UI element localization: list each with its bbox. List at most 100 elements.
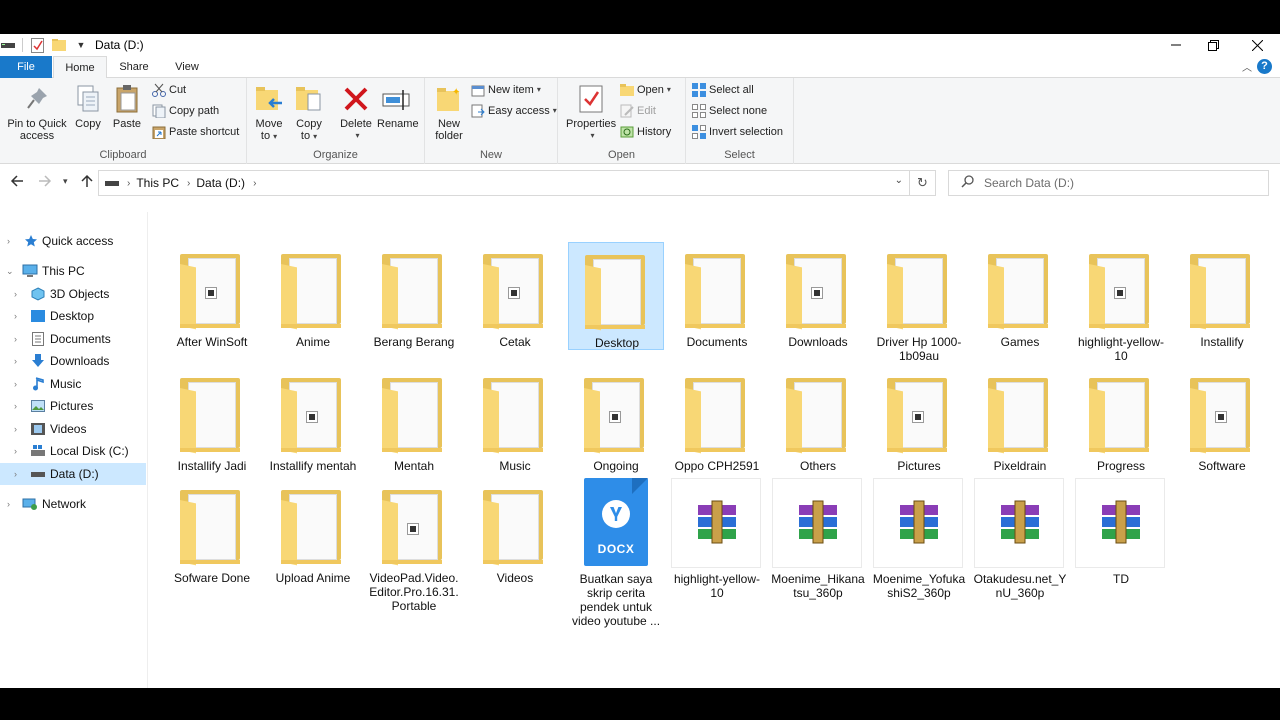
rar-archive-item[interactable]: highlight-yellow-10	[669, 478, 765, 600]
folder-item[interactable]: Ongoing	[568, 366, 664, 474]
folder-item[interactable]: Documents	[669, 242, 765, 350]
forward-button[interactable]	[38, 174, 52, 191]
invert-selection-button[interactable]: Invert selection	[692, 123, 783, 141]
nav-desktop[interactable]: › Desktop	[0, 305, 146, 327]
rar-archive-item[interactable]: Moenime_Hikanatsu_360p	[770, 478, 866, 600]
open-button[interactable]: Open ▾	[620, 81, 671, 99]
folder-item[interactable]: Oppo CPH2591	[669, 366, 765, 474]
chevron-right-icon[interactable]: ›	[7, 236, 10, 246]
properties-button[interactable]: Properties ▾	[566, 82, 616, 142]
chevron-right-icon[interactable]: ›	[14, 311, 17, 321]
copy-button[interactable]: Copy	[72, 82, 104, 130]
back-button[interactable]	[10, 174, 24, 191]
refresh-icon[interactable]: ↻	[909, 171, 935, 195]
breadcrumb-separator-icon[interactable]: ›	[187, 178, 190, 189]
delete-button[interactable]: Delete ▾	[339, 82, 373, 142]
rename-button[interactable]: Rename	[377, 82, 419, 130]
history-button[interactable]: History	[620, 123, 671, 141]
folder-item[interactable]: Berang Berang	[366, 242, 462, 350]
folder-item[interactable]: Upload Anime	[265, 478, 361, 586]
up-button[interactable]	[80, 174, 94, 191]
breadcrumb-this-pc[interactable]: This PC	[136, 176, 179, 190]
folder-item[interactable]: Driver Hp 1000-1b09au	[871, 242, 967, 363]
drive-icon[interactable]	[0, 37, 16, 53]
nav-music[interactable]: › Music	[0, 373, 146, 395]
copy-to-button[interactable]: Copy to ▾	[293, 82, 325, 143]
folder-item[interactable]: Installify	[1174, 242, 1270, 350]
collapse-ribbon-icon[interactable]: ︿	[1242, 59, 1252, 74]
tab-share[interactable]: Share	[112, 56, 156, 78]
new-folder-icon[interactable]	[51, 37, 67, 53]
nav-pictures[interactable]: › Pictures	[0, 395, 146, 417]
paste-button[interactable]: Paste	[110, 82, 144, 130]
select-none-button[interactable]: Select none	[692, 102, 767, 120]
folder-item[interactable]: Pictures	[871, 366, 967, 474]
rar-archive-item[interactable]: TD	[1073, 478, 1169, 586]
breadcrumb-separator-icon[interactable]: ›	[127, 178, 130, 189]
delete-dropdown-icon[interactable]: ▾	[342, 130, 373, 142]
folder-item[interactable]: Videos	[467, 478, 563, 586]
close-button[interactable]	[1234, 34, 1280, 56]
docx-file-item[interactable]: DOCX Buatkan saya skrip cerita pendek unt…	[568, 478, 664, 628]
move-to-button[interactable]: Move to ▾	[253, 82, 285, 143]
properties-icon[interactable]	[29, 37, 45, 53]
address-bar[interactable]: › This PC › Data (D:) › ⌄ ↻	[98, 170, 936, 196]
chevron-right-icon[interactable]: ›	[7, 499, 10, 509]
chevron-right-icon[interactable]: ›	[14, 334, 17, 344]
paste-shortcut-button[interactable]: Paste shortcut	[152, 123, 239, 141]
nav-network[interactable]: › Network	[0, 493, 146, 515]
nav-videos[interactable]: › Videos	[0, 418, 146, 440]
folder-item[interactable]: Desktop	[568, 242, 664, 350]
nav-data-d[interactable]: › Data (D:)	[0, 463, 146, 485]
folder-item[interactable]: Installify Jadi	[164, 366, 260, 474]
nav-this-pc[interactable]: ⌄ This PC	[0, 260, 146, 282]
chevron-right-icon[interactable]: ›	[14, 289, 17, 299]
chevron-right-icon[interactable]: ›	[14, 424, 17, 434]
folder-item[interactable]: Sofware Done	[164, 478, 260, 586]
chevron-right-icon[interactable]: ›	[14, 356, 17, 366]
new-folder-button[interactable]: ✦ New folder	[431, 82, 467, 142]
folder-item[interactable]: Pixeldrain	[972, 366, 1068, 474]
nav-local-disk-c[interactable]: › Local Disk (C:)	[0, 440, 146, 462]
nav-3d-objects[interactable]: › 3D Objects	[0, 283, 146, 305]
copy-path-button[interactable]: Copy path	[152, 102, 219, 120]
folder-item[interactable]: Progress	[1073, 366, 1169, 474]
folder-item[interactable]: After WinSoft	[164, 242, 260, 350]
select-all-button[interactable]: Select all	[692, 81, 754, 99]
tab-file[interactable]: File	[0, 56, 52, 78]
folder-item[interactable]: VideoPad.Video.Editor.Pro.16.31.Portable	[366, 478, 462, 613]
folder-item[interactable]: Games	[972, 242, 1068, 350]
new-item-button[interactable]: New item ▾	[471, 81, 541, 99]
nav-quick-access[interactable]: › Quick access	[0, 230, 146, 252]
chevron-right-icon[interactable]: ›	[14, 401, 17, 411]
rar-archive-item[interactable]: Otakudesu.net_YnU_360p	[972, 478, 1068, 600]
properties-dropdown-icon[interactable]: ▾	[569, 130, 616, 142]
chevron-right-icon[interactable]: ›	[14, 379, 17, 389]
tab-view[interactable]: View	[170, 56, 204, 78]
pin-to-quick-access-button[interactable]: Pin to Quick access	[4, 82, 70, 142]
folder-item[interactable]: highlight-yellow-10	[1073, 242, 1169, 363]
easy-access-button[interactable]: Easy access ▾	[471, 102, 557, 120]
edit-button[interactable]: Edit	[620, 102, 656, 120]
folder-item[interactable]: Downloads	[770, 242, 866, 350]
rar-archive-item[interactable]: Moenime_YofukashiS2_360p	[871, 478, 967, 600]
folder-item[interactable]: Cetak	[467, 242, 563, 350]
chevron-right-icon[interactable]: ›	[14, 469, 17, 479]
chevron-right-icon[interactable]: ›	[14, 446, 17, 456]
breadcrumb-data-d[interactable]: Data (D:)	[196, 176, 245, 190]
folder-item[interactable]: Installify mentah	[265, 366, 361, 474]
address-dropdown-icon[interactable]: ⌄	[895, 175, 903, 186]
folder-item[interactable]: Music	[467, 366, 563, 474]
chevron-down-icon[interactable]: ⌄	[6, 266, 14, 277]
recent-locations-icon[interactable]: ▾	[63, 176, 68, 187]
tab-home[interactable]: Home	[53, 56, 107, 79]
search-box[interactable]: Search Data (D:)	[948, 170, 1269, 196]
folder-item[interactable]: Others	[770, 366, 866, 474]
maximize-button[interactable]	[1190, 34, 1236, 56]
folder-item[interactable]: Mentah	[366, 366, 462, 474]
folder-item[interactable]: Software	[1174, 366, 1270, 474]
cut-button[interactable]: Cut	[152, 81, 186, 99]
breadcrumb-separator-icon[interactable]: ›	[253, 178, 256, 189]
help-icon[interactable]: ?	[1257, 59, 1272, 74]
nav-downloads[interactable]: › Downloads	[0, 350, 146, 372]
